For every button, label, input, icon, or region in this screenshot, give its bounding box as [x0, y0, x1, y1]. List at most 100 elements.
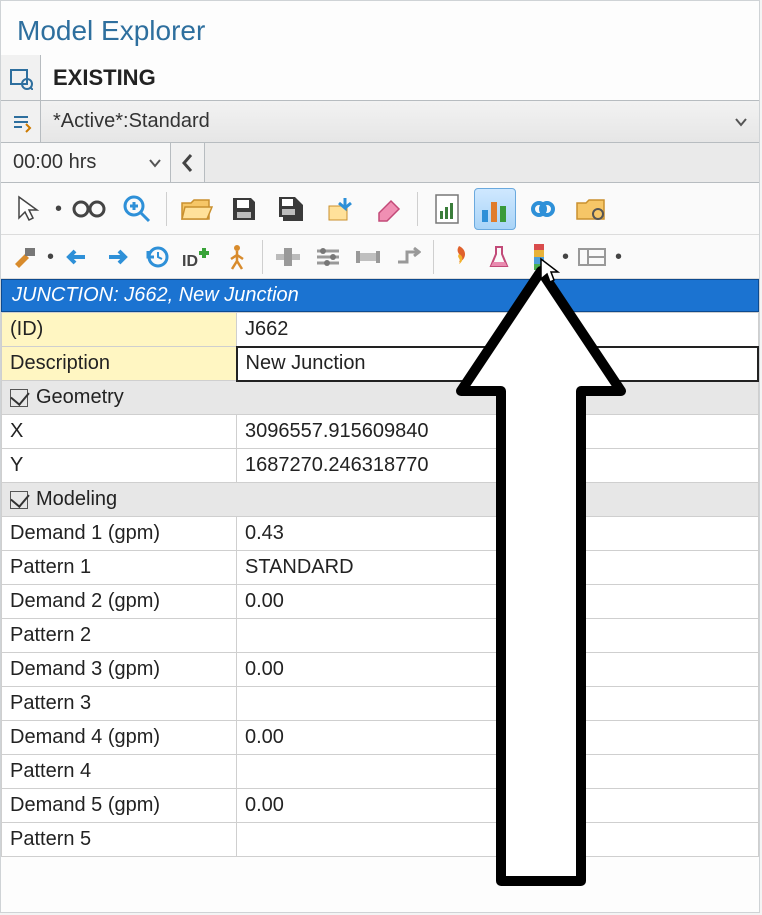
- eraser-icon: [373, 195, 403, 223]
- zoom-in-icon: [122, 194, 152, 224]
- section-modeling[interactable]: Modeling: [2, 483, 759, 517]
- sliders-icon: [315, 246, 341, 268]
- selection-set-icon-button[interactable]: [1, 101, 41, 142]
- fire-icon: [448, 244, 470, 270]
- arrow-right-icon: [105, 247, 129, 267]
- row-pattern-2: Pattern 2: [2, 619, 759, 653]
- save-icon: [229, 194, 259, 224]
- history-icon: [144, 244, 170, 270]
- checkbox-icon: [10, 491, 28, 509]
- row-demand-1: Demand 1 (gpm)0.43: [2, 517, 759, 551]
- row-pattern-5: Pattern 5: [2, 823, 759, 857]
- row-demand-4: Demand 4 (gpm)0.00: [2, 721, 759, 755]
- mouse-cursor-icon: [538, 257, 560, 285]
- time-slider-track[interactable]: [205, 143, 759, 182]
- pointer-tool-button[interactable]: [7, 188, 49, 230]
- scenario-icon-button[interactable]: [1, 55, 41, 100]
- arrow-left-icon: [65, 247, 89, 267]
- valve-tool-button[interactable]: [271, 240, 305, 274]
- chevron-down-icon: [148, 156, 162, 170]
- chain-icon: [526, 197, 560, 221]
- add-id-button[interactable]: ID: [180, 240, 214, 274]
- selection-set-name: *Active*:Standard: [53, 110, 210, 133]
- flow-icon: [395, 246, 421, 268]
- link-tool-button[interactable]: [68, 188, 110, 230]
- flask-icon: [488, 244, 510, 270]
- flow-tool-button[interactable]: [391, 240, 425, 274]
- link-icon: [72, 198, 106, 220]
- value-description[interactable]: New Junction: [237, 347, 759, 381]
- checkbox-icon: [10, 389, 28, 407]
- report-icon: [433, 193, 461, 225]
- sliders-button[interactable]: [311, 240, 345, 274]
- walk-tool-button[interactable]: [220, 240, 254, 274]
- value-y[interactable]: 1687270.246318770: [237, 449, 759, 483]
- row-pattern-1: Pattern 1STANDARD: [2, 551, 759, 585]
- row-demand-2: Demand 2 (gpm)0.00: [2, 585, 759, 619]
- scenario-icon: [9, 66, 33, 90]
- person-icon: [227, 243, 247, 271]
- nav-back-button[interactable]: [60, 240, 94, 274]
- row-id: (ID) J662: [2, 313, 759, 347]
- layout-icon: [578, 248, 606, 266]
- import-icon: [325, 194, 355, 224]
- history-button[interactable]: [140, 240, 174, 274]
- report-button[interactable]: [426, 188, 468, 230]
- row-pattern-4: Pattern 4: [2, 755, 759, 789]
- import-button[interactable]: [319, 188, 361, 230]
- hyperlink-button[interactable]: [522, 188, 564, 230]
- row-description: Description New Junction: [2, 347, 759, 381]
- row-x: X 3096557.915609840: [2, 415, 759, 449]
- valve-icon: [274, 246, 302, 268]
- svg-text:ID: ID: [182, 253, 198, 270]
- folder-open-icon: [179, 195, 213, 223]
- water-quality-button[interactable]: [482, 240, 516, 274]
- entity-header: JUNCTION: J662, New Junction: [1, 279, 759, 312]
- bar-chart-icon: [479, 194, 511, 224]
- section-geometry-label: Geometry: [36, 386, 124, 408]
- selection-set-row: *Active*:Standard: [1, 101, 759, 143]
- build-tool-button[interactable]: [7, 240, 41, 274]
- section-modeling-label: Modeling: [36, 488, 117, 510]
- row-y: Y 1687270.246318770: [2, 449, 759, 483]
- eraser-button[interactable]: [367, 188, 409, 230]
- label-description: Description: [2, 347, 237, 381]
- save-button[interactable]: [223, 188, 265, 230]
- label-x: X: [2, 415, 237, 449]
- pipe-icon: [354, 247, 382, 267]
- row-demand-3: Demand 3 (gpm)0.00: [2, 653, 759, 687]
- toolbar-row-1: •: [1, 183, 759, 235]
- time-dropdown[interactable]: 00:00 hrs: [1, 143, 171, 182]
- save-all-icon: [275, 193, 309, 225]
- value-id[interactable]: J662: [237, 313, 759, 347]
- section-geometry[interactable]: Geometry: [2, 381, 759, 415]
- selection-set-dropdown[interactable]: *Active*:Standard: [41, 101, 723, 142]
- time-value: 00:00 hrs: [13, 151, 96, 174]
- label-y: Y: [2, 449, 237, 483]
- chevron-down-icon[interactable]: [723, 101, 759, 142]
- save-all-button[interactable]: [271, 188, 313, 230]
- property-grid: (ID) J662 Description New Junction Geome…: [1, 312, 759, 857]
- nav-forward-button[interactable]: [100, 240, 134, 274]
- pointer-icon: [15, 194, 41, 224]
- hammer-icon: [11, 244, 37, 270]
- folder-gear-icon: [574, 194, 608, 224]
- open-folder-button[interactable]: [175, 188, 217, 230]
- zoom-in-button[interactable]: [116, 188, 158, 230]
- toolbar-row-2: • ID: [1, 235, 759, 279]
- time-prev-button[interactable]: [171, 143, 205, 182]
- fire-flow-button[interactable]: [442, 240, 476, 274]
- attachments-button[interactable]: [570, 188, 612, 230]
- panel-title: Model Explorer: [1, 1, 759, 55]
- id-plus-icon: ID: [182, 244, 212, 270]
- model-explorer-panel: Model Explorer EXISTING *Active*:Standar…: [0, 0, 760, 913]
- time-row: 00:00 hrs: [1, 143, 759, 183]
- row-pattern-3: Pattern 3: [2, 687, 759, 721]
- graph-button[interactable]: [474, 188, 516, 230]
- pipe-tool-button[interactable]: [351, 240, 385, 274]
- scenario-row: EXISTING: [1, 55, 759, 101]
- scenario-name[interactable]: EXISTING: [41, 55, 759, 100]
- selection-set-icon: [10, 111, 32, 133]
- layout-tool-button[interactable]: [575, 240, 609, 274]
- value-x[interactable]: 3096557.915609840: [237, 415, 759, 449]
